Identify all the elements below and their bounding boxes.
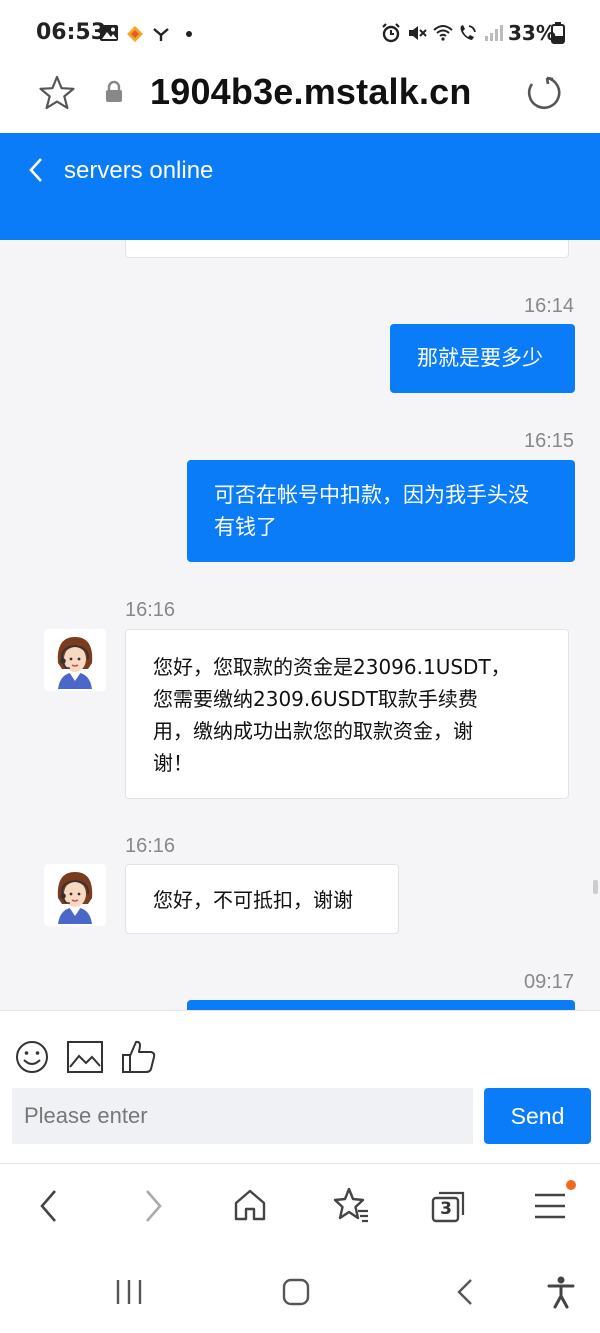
- wifi-icon: [433, 25, 453, 41]
- tabs-button[interactable]: 3: [430, 1188, 468, 1224]
- message-composer: Send: [0, 1010, 600, 1163]
- battery-icon: [551, 22, 565, 44]
- browser-forward-icon[interactable]: [140, 1188, 166, 1224]
- status-bar: 06:53 33%: [0, 0, 600, 66]
- chat-message-list[interactable]: 16:14 那就是要多少 16:15 可否在帐号中扣款，因为我手头没 有钱了 1…: [0, 240, 600, 1010]
- agent-avatar: [44, 629, 106, 691]
- message-bubble-outgoing-partial: [187, 1000, 575, 1010]
- lock-icon[interactable]: [104, 80, 124, 104]
- scrollbar-thumb[interactable]: [593, 880, 598, 894]
- chat-title: servers online: [64, 157, 214, 184]
- gallery-notification-icon: [100, 25, 118, 41]
- message-bubble-incoming: 您好，不可抵扣，谢谢: [125, 864, 399, 934]
- menu-icon[interactable]: [532, 1191, 568, 1221]
- home-icon[interactable]: [232, 1188, 268, 1222]
- bookmark-star-icon[interactable]: [38, 75, 76, 111]
- recent-apps-icon[interactable]: [114, 1277, 144, 1307]
- browser-toolbar: 3: [0, 1163, 600, 1256]
- battery-percent: 33%: [508, 21, 556, 45]
- message-line: 您好，不可抵扣，谢谢: [153, 888, 353, 912]
- support-agent-avatar-icon: [57, 872, 93, 924]
- message-bubble-outgoing: 那就是要多少: [390, 324, 575, 393]
- reload-icon[interactable]: [524, 74, 562, 112]
- message-timestamp: 16:15: [524, 430, 575, 452]
- message-line: 可否在帐号中扣款，因为我手头没: [214, 483, 529, 507]
- tabs-count: 3: [440, 1199, 452, 1219]
- emoji-icon[interactable]: [14, 1039, 50, 1075]
- message-timestamp: 16:16: [125, 599, 176, 621]
- wifi-calling-icon: [460, 25, 476, 40]
- alarm-icon: [382, 23, 400, 43]
- message-bubble-outgoing: 可否在帐号中扣款，因为我手头没 有钱了: [187, 460, 575, 562]
- agent-avatar: [44, 864, 106, 926]
- message-timestamp: 09:17: [524, 971, 575, 993]
- message-line: 有钱了: [214, 515, 277, 539]
- signal-app-icon: [153, 28, 169, 41]
- message-line: 您好，您取款的资金是23096.1USDT，: [153, 655, 511, 679]
- message-line: 谢！: [153, 751, 193, 775]
- thumbs-up-icon[interactable]: [120, 1038, 158, 1076]
- message-line: 用，缴纳成功出款您的取款资金，谢: [153, 719, 473, 743]
- back-chevron-icon[interactable]: [26, 155, 46, 185]
- system-navigation-bar: [0, 1255, 600, 1333]
- send-button[interactable]: Send: [484, 1088, 591, 1144]
- support-agent-avatar-icon: [57, 637, 93, 689]
- message-input[interactable]: [12, 1088, 473, 1144]
- image-upload-icon[interactable]: [66, 1040, 104, 1074]
- status-time: 06:53: [36, 20, 107, 45]
- more-notifications-dot-icon: [186, 31, 192, 37]
- message-line: 您需要缴纳2309.6USDT取款手续费: [153, 687, 478, 711]
- cell-signal-icon: [485, 25, 503, 41]
- message-bubble-incoming: 您好，您取款的资金是23096.1USDT， 您需要缴纳2309.6USDT取款…: [125, 629, 569, 799]
- menu-notification-badge: [566, 1180, 576, 1190]
- chat-header: servers online: [0, 133, 600, 240]
- home-button-icon[interactable]: [281, 1277, 311, 1307]
- message-timestamp: 16:14: [524, 295, 575, 317]
- message-timestamp: 16:16: [125, 835, 176, 857]
- app-notification-icon: [127, 26, 143, 42]
- bookmarks-icon[interactable]: [330, 1186, 370, 1224]
- mute-icon: [409, 26, 427, 40]
- accessibility-icon[interactable]: [546, 1275, 576, 1309]
- message-line: 那就是要多少: [417, 346, 543, 370]
- browser-back-icon[interactable]: [36, 1188, 62, 1224]
- message-bubble-incoming-partial: [125, 240, 569, 258]
- system-back-icon[interactable]: [454, 1277, 476, 1307]
- url-text[interactable]: 1904b3e.mstalk.cn: [150, 71, 472, 113]
- address-bar: 1904b3e.mstalk.cn: [0, 66, 600, 134]
